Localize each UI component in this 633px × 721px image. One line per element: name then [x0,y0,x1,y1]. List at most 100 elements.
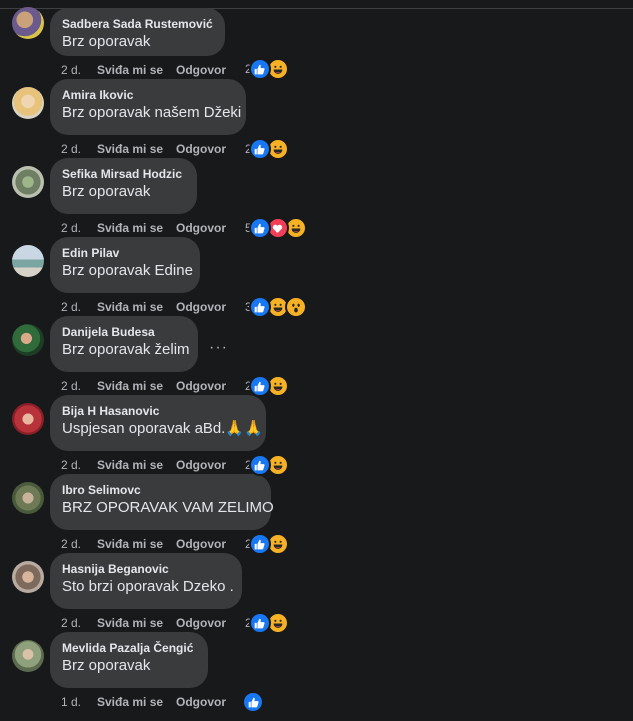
avatar[interactable] [12,561,44,593]
comment-bubble: Sadbera Sada Rustemović Brz oporavak [50,8,225,56]
reply-button[interactable]: Odgovor [176,615,226,631]
timestamp[interactable]: 2 d. [61,457,97,473]
avatar[interactable] [12,640,44,672]
avatar[interactable] [12,245,44,277]
like-reaction-icon [242,691,264,713]
reaction-summary[interactable]: 2 [245,375,289,397]
comment-actions: 2 d. Sviđa mi se Odgovor [61,62,226,78]
reaction-summary[interactable]: 2 [245,612,289,634]
comment-bubble: Hasnija Beganovic Sto brzi oporavak Dzek… [50,553,242,609]
reaction-summary[interactable]: 2 [245,58,289,80]
like-reaction-icon [248,612,271,634]
like-button[interactable]: Sviđa mi se [97,457,176,473]
comment-text: Brz oporavak [62,183,151,200]
avatar[interactable] [12,324,44,356]
timestamp[interactable]: 1 d. [61,694,97,710]
reply-button[interactable]: Odgovor [176,62,226,78]
reply-button[interactable]: Odgovor [176,536,226,552]
timestamp[interactable]: 2 d. [61,378,97,394]
like-button[interactable]: Sviđa mi se [97,141,176,157]
comment-actions: 2 d. Sviđa mi se Odgovor [61,299,226,315]
reaction-summary[interactable]: 2 [245,533,289,555]
comment-item: Ibro Selimovc BRZ OPORAVAK VAM ZELIMO 2 … [0,474,633,555]
reply-button[interactable]: Odgovor [176,457,226,473]
like-reaction-icon [248,375,271,397]
more-options-icon[interactable]: ··· [209,339,228,357]
commenter-name[interactable]: Edin Pilav [62,245,188,261]
like-button[interactable]: Sviđa mi se [97,299,176,315]
reply-button[interactable]: Odgovor [176,378,226,394]
like-button[interactable]: Sviđa mi se [97,694,176,710]
reaction-summary[interactable]: 3 [245,296,307,318]
comment-item: Mevlida Pazalja Čengić Brz oporavak 1 d.… [0,632,633,713]
comment-actions: 2 d. Sviđa mi se Odgovor [61,378,226,394]
comment-item: Bija H Hasanovic Uspjesan oporavak aBd.🙏… [0,395,633,476]
like-reaction-icon [248,533,271,555]
like-button[interactable]: Sviđa mi se [97,378,176,394]
comment-item: Sefika Mirsad Hodzic Brz oporavak 2 d. Sv… [0,158,633,239]
comment-text: Brz oporavak [62,33,151,50]
comment-bubble: Sefika Mirsad Hodzic Brz oporavak [50,158,197,214]
commenter-name[interactable]: Sefika Mirsad Hodzic [62,166,185,182]
comment-item: Danijela Budesa Brz oporavak želim 2 d. S… [0,316,633,397]
avatar[interactable] [12,7,44,39]
commenter-name[interactable]: Ibro Selimovc [62,482,259,498]
comment-actions: 1 d. Sviđa mi se Odgovor [61,694,226,710]
commenter-name[interactable]: Mevlida Pazalja Čengić [62,640,196,656]
avatar[interactable] [12,403,44,435]
comment-actions: 2 d. Sviđa mi se Odgovor [61,220,226,236]
comment-text: Brz oporavak našem Džeki [62,104,242,121]
like-button[interactable]: Sviđa mi se [97,536,176,552]
like-button[interactable]: Sviđa mi se [97,615,176,631]
commenter-name[interactable]: Danijela Budesa [62,324,186,340]
like-reaction-icon [248,138,271,160]
comment-actions: 2 d. Sviđa mi se Odgovor [61,141,226,157]
comment-item: Edin Pilav Brz oporavak Edine 2 d. Sviđa … [0,237,633,318]
comment-item: Hasnija Beganovic Sto brzi oporavak Dzek… [0,553,633,634]
comment-text: Sto brzi oporavak Dzeko . [62,578,234,595]
like-reaction-icon [248,296,271,318]
comment-text: BRZ OPORAVAK VAM ZELIMO [62,499,274,516]
timestamp[interactable]: 2 d. [61,62,97,78]
comment-actions: 2 d. Sviđa mi se Odgovor [61,615,226,631]
like-button[interactable]: Sviđa mi se [97,62,176,78]
like-button[interactable]: Sviđa mi se [97,220,176,236]
comment-bubble: Bija H Hasanovic Uspjesan oporavak aBd.🙏… [50,395,266,451]
comment-item: Amira Ikovic Brz oporavak našem Džeki 2 … [0,79,633,160]
reply-button[interactable]: Odgovor [176,694,226,710]
comment-text: Brz oporavak Edine [62,262,193,279]
wow-reaction-icon [284,296,307,318]
commenter-name[interactable]: Sadbera Sada Rustemović [62,16,213,32]
timestamp[interactable]: 2 d. [61,615,97,631]
reaction-summary[interactable] [242,691,264,713]
comment-text: Brz oporavak želim [62,341,190,358]
timestamp[interactable]: 2 d. [61,299,97,315]
comment-item: Sadbera Sada Rustemović Brz oporavak 2 d… [0,0,633,80]
comment-bubble: Amira Ikovic Brz oporavak našem Džeki [50,79,246,135]
like-reaction-icon [248,58,271,80]
reaction-summary[interactable]: 5 [245,217,307,239]
comment-text: Uspjesan oporavak aBd.🙏🙏 [62,420,263,437]
commenter-name[interactable]: Amira Ikovic [62,87,234,103]
commenter-name[interactable]: Hasnija Beganovic [62,561,230,577]
timestamp[interactable]: 2 d. [61,220,97,236]
comment-actions: 2 d. Sviđa mi se Odgovor [61,457,226,473]
timestamp[interactable]: 2 d. [61,141,97,157]
comment-bubble: Ibro Selimovc BRZ OPORAVAK VAM ZELIMO [50,474,274,530]
reply-button[interactable]: Odgovor [176,220,226,236]
comment-bubble: Danijela Budesa Brz oporavak želim [50,316,198,372]
comment-bubble: Mevlida Pazalja Čengić Brz oporavak [50,632,208,688]
timestamp[interactable]: 2 d. [61,536,97,552]
avatar[interactable] [12,166,44,198]
avatar[interactable] [12,482,44,514]
comment-actions: 2 d. Sviđa mi se Odgovor [61,536,226,552]
comment-bubble: Edin Pilav Brz oporavak Edine [50,237,200,293]
like-reaction-icon [248,217,271,239]
reply-button[interactable]: Odgovor [176,299,226,315]
reaction-summary[interactable]: 2 [245,138,289,160]
like-reaction-icon [248,454,271,476]
commenter-name[interactable]: Bija H Hasanovic [62,403,254,419]
reaction-summary[interactable]: 2 [245,454,289,476]
avatar[interactable] [12,87,44,119]
reply-button[interactable]: Odgovor [176,141,226,157]
